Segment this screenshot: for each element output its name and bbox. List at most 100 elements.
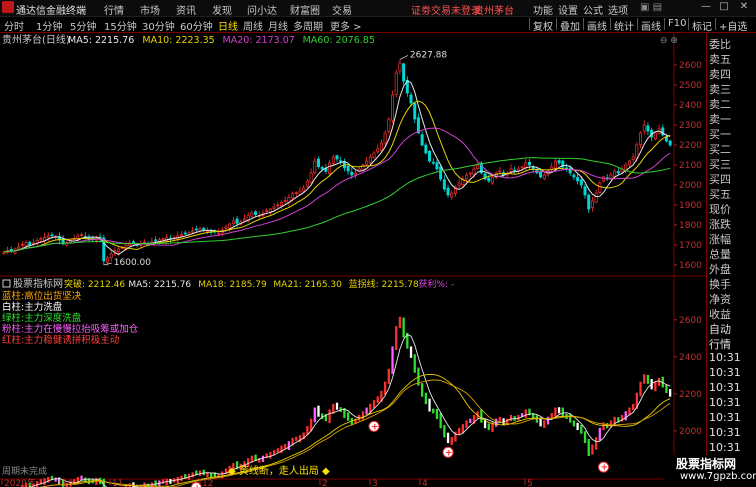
menu-options[interactable]: 选项 [608, 2, 628, 17]
indicator-bar [498, 416, 502, 422]
period-tab[interactable]: 15分钟 [104, 18, 137, 33]
indicator-bar [458, 427, 461, 435]
candle-body [413, 103, 417, 120]
quote-panel-item: 卖一 [709, 113, 731, 126]
maximize-icon[interactable]: □ [718, 1, 730, 13]
quote-panel-item: 10:31 [709, 351, 741, 364]
x-tick-label: 3 [372, 479, 378, 487]
indicator-bar [469, 418, 472, 424]
button-draw[interactable]: 画线 [583, 18, 607, 33]
close-icon[interactable]: ✕ [738, 1, 750, 13]
period-tab[interactable]: 月线 [268, 18, 288, 33]
button-adjust[interactable]: 复权 [529, 18, 553, 33]
y-tick-label: 2100 [679, 161, 702, 171]
quote-panel-item: 自动 [709, 323, 731, 336]
candle-body [328, 162, 332, 174]
indicator-bar [572, 420, 576, 427]
indicator-bar [657, 377, 661, 387]
button-overlay[interactable]: 叠加 [556, 18, 580, 33]
menu-settings[interactable]: 设置 [558, 2, 578, 17]
candle-body [235, 218, 239, 224]
candle-body [457, 182, 461, 187]
quote-panel-item: 10:31 [709, 411, 741, 424]
quote-panel-item: 卖二 [709, 98, 731, 111]
candle-body [431, 161, 435, 164]
quote-panel-item: 买一 [709, 128, 731, 141]
current-stock: 贵州茅台 [474, 6, 514, 17]
candle-body [354, 172, 358, 175]
menu-market[interactable]: 市场 [140, 2, 160, 17]
indicator-bar [439, 413, 442, 429]
indicator-bar [639, 381, 642, 397]
indicator-bar [443, 424, 446, 438]
button-draw-line[interactable]: 画线 [637, 18, 661, 33]
period-tab[interactable]: 60分钟 [180, 18, 213, 33]
menu-quotes[interactable]: 行情 [104, 2, 124, 17]
button-add-watchlist[interactable]: +自选 [715, 18, 747, 33]
candle-body [346, 165, 350, 172]
candle-body [143, 241, 147, 244]
candle-body [394, 72, 398, 95]
indicator-bar [191, 472, 194, 478]
quote-panel-item: 外盘 [709, 263, 731, 276]
candle-body [279, 201, 283, 207]
y-tick-label: 2000 [679, 181, 702, 191]
period-tab[interactable]: 5分钟 [70, 18, 96, 33]
quote-panel-item: 买三 [709, 158, 731, 171]
menu-formula[interactable]: 公式 [583, 2, 603, 17]
period-tab[interactable]: 多周期 [293, 18, 323, 33]
y-tick-label: 2200 [679, 390, 702, 400]
candle-body [298, 190, 302, 195]
candle-body [17, 246, 21, 250]
candle-body [513, 169, 517, 172]
candle-body [242, 218, 246, 222]
candle-body [598, 182, 602, 193]
period-tab[interactable]: 1分钟 [36, 18, 62, 33]
y-tick-label: 2400 [679, 101, 702, 111]
candle-body [590, 200, 594, 208]
candle-body [616, 171, 620, 174]
candle-body [627, 160, 631, 166]
button-mark[interactable]: 标记 [688, 18, 712, 33]
menu-wealth[interactable]: 财富圈 [290, 2, 320, 17]
high-pointer [399, 55, 409, 60]
quote-panel-item: 行情 [709, 338, 731, 351]
candle-body [283, 200, 287, 202]
period-tab-active[interactable]: 日线 [218, 18, 238, 33]
indicator-bar [624, 411, 627, 421]
menu-discover[interactable]: 发现 [212, 2, 232, 17]
candle-body [313, 160, 317, 173]
menu-trade[interactable]: 交易 [332, 2, 352, 17]
x-tick-label: 12 [202, 479, 213, 487]
candle-body [180, 234, 184, 237]
period-tab[interactable]: 分时 [4, 18, 24, 33]
kline-chart[interactable]: 1600 1700 1800 1900 2000 2100 2200 2300 2400 2500… [0, 33, 706, 487]
indicator-bar [591, 444, 594, 455]
y-tick-label: 2000 [679, 427, 702, 437]
period-tab[interactable]: 30分钟 [142, 18, 175, 33]
indicator-bar [54, 477, 57, 482]
ma-legend-2: MA20: 2173.07 [223, 35, 295, 46]
more-periods[interactable]: 更多 > [330, 18, 362, 33]
y-tick-label: 2600 [679, 316, 702, 326]
candle-body [572, 174, 576, 178]
candle-body [542, 174, 546, 179]
button-stats[interactable]: 统计 [610, 18, 634, 33]
candle-body [409, 94, 413, 104]
candle-body [109, 253, 113, 258]
series-ma20 [3, 127, 671, 253]
indicator-bar [80, 475, 83, 481]
pane-controls: ⊖ ⊕ [660, 36, 678, 46]
menu-news[interactable]: 资讯 [176, 2, 196, 17]
period-tab[interactable]: 周线 [243, 18, 263, 33]
y-tick-label: 2300 [679, 121, 702, 131]
login-notice[interactable]: 证劵交易未登录 [411, 2, 481, 17]
indicator-bar [543, 420, 546, 428]
button-f10[interactable]: F10 [664, 18, 686, 30]
candle-body [309, 172, 313, 183]
minimize-icon[interactable]: — [700, 1, 712, 13]
menu-function[interactable]: 功能 [533, 2, 553, 17]
menu-ask[interactable]: 问小达 [247, 2, 277, 17]
buy-signal-glyph: + [445, 448, 453, 458]
indicator-bar [276, 448, 279, 453]
